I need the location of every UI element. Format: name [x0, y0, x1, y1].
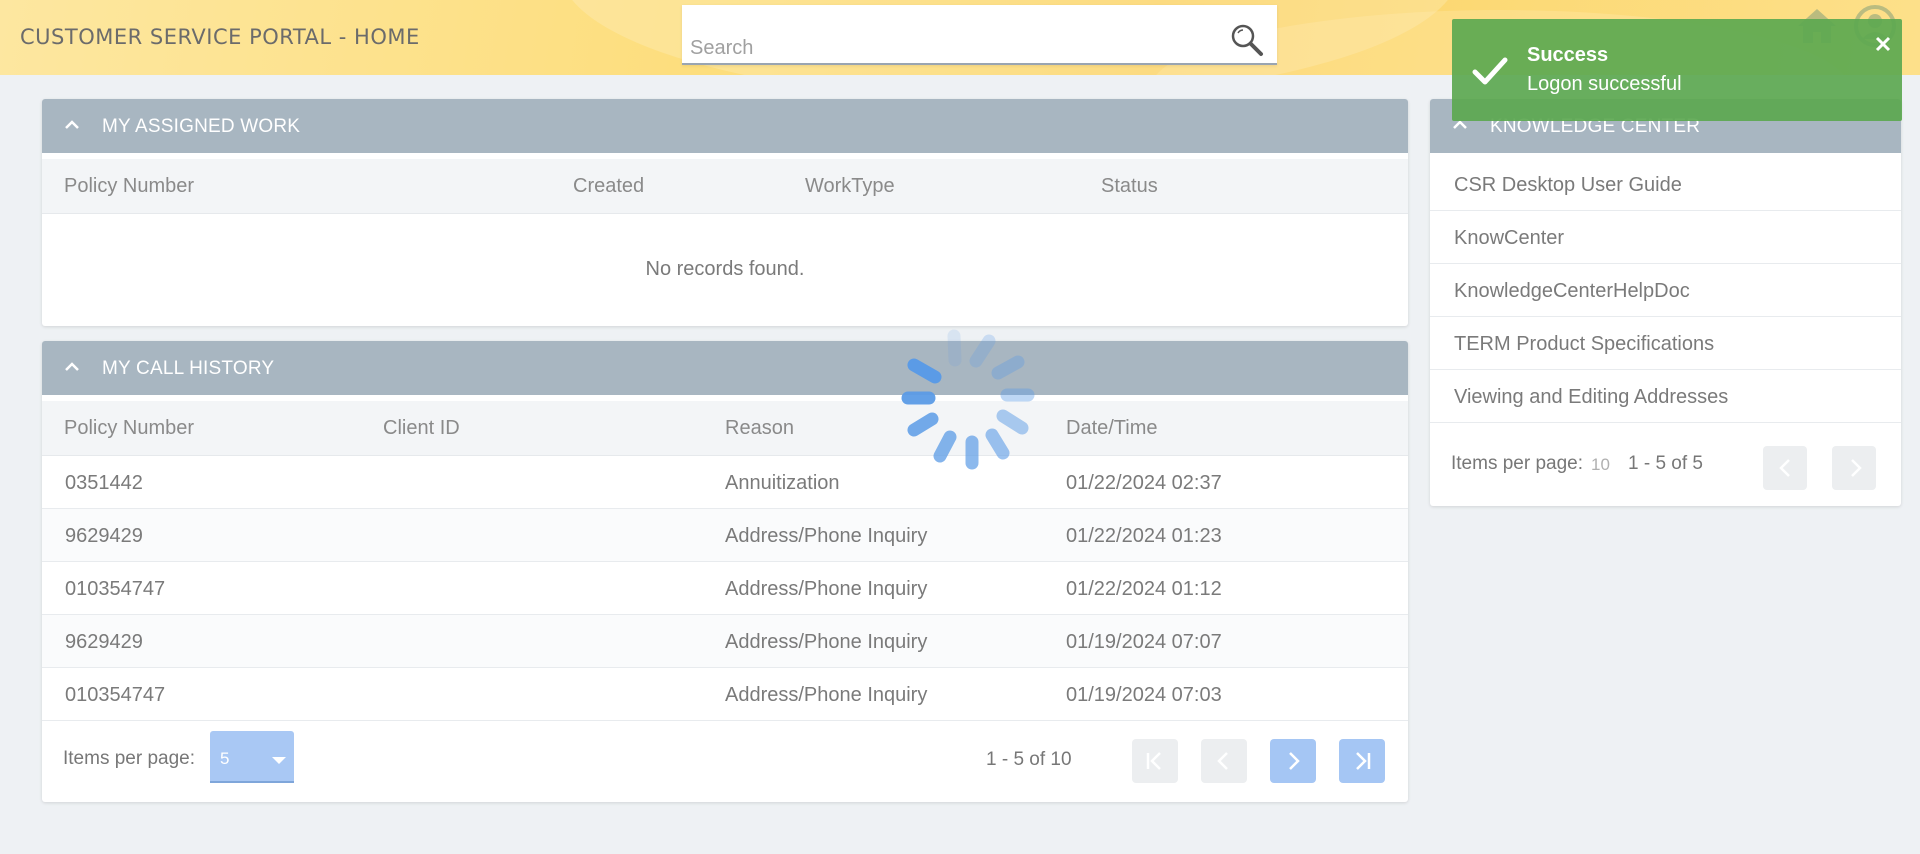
items-per-page-value[interactable]: 10 [1591, 455, 1610, 475]
cell-policy-number: 0351442 [65, 472, 143, 494]
items-per-page-label: Items per page: [63, 748, 196, 769]
cell-reason: Annuitization [725, 472, 840, 494]
column-header-policy-number[interactable]: Policy Number [64, 417, 194, 440]
search-box[interactable] [682, 5, 1277, 65]
cell-policy-number: 9629429 [65, 631, 143, 653]
chevron-left-icon [1217, 752, 1228, 770]
last-page-button[interactable] [1339, 739, 1385, 783]
cell-date-time: 01/22/2024 01:23 [1066, 525, 1222, 547]
list-item[interactable]: KnowCenter [1430, 211, 1901, 264]
close-icon[interactable] [1874, 35, 1892, 53]
next-page-button[interactable] [1270, 739, 1316, 783]
knowledge-link[interactable]: TERM Product Specifications [1454, 333, 1714, 356]
cell-date-time: 01/19/2024 07:03 [1066, 684, 1222, 706]
knowledge-center-list: CSR Desktop User Guide KnowCenter Knowle… [1430, 158, 1901, 423]
previous-page-button[interactable] [1201, 739, 1247, 783]
next-page-button[interactable] [1832, 446, 1876, 490]
chevron-right-icon [1851, 459, 1862, 477]
success-toast[interactable]: Success Logon successful [1452, 19, 1902, 121]
call-history-title: MY CALL HISTORY [102, 358, 275, 379]
first-page-button[interactable] [1132, 739, 1178, 783]
table-row[interactable]: 9629429 Address/Phone Inquiry 01/22/2024… [42, 509, 1408, 562]
list-item[interactable]: CSR Desktop User Guide [1430, 158, 1901, 211]
column-header-status[interactable]: Status [1101, 175, 1158, 198]
knowledge-link[interactable]: KnowCenter [1454, 227, 1564, 250]
loading-spinner-icon [901, 329, 1035, 470]
cell-policy-number: 9629429 [65, 525, 143, 547]
cell-policy-number: 010354747 [65, 578, 166, 600]
cell-policy-number: 010354747 [65, 684, 166, 706]
previous-page-button[interactable] [1763, 446, 1807, 490]
items-per-page-value: 5 [220, 749, 230, 768]
cell-reason: Address/Phone Inquiry [725, 578, 928, 600]
toast-message: Logon successful [1527, 73, 1682, 95]
assigned-work-title: MY ASSIGNED WORK [102, 116, 301, 137]
column-header-worktype[interactable]: WorkType [805, 175, 895, 198]
empty-message: No records found. [645, 257, 805, 280]
table-row[interactable]: 010354747 Address/Phone Inquiry 01/19/20… [42, 668, 1408, 721]
column-header-reason[interactable]: Reason [725, 417, 794, 440]
assigned-work-header[interactable]: MY ASSIGNED WORK [42, 99, 1408, 153]
page-title: CUSTOMER SERVICE PORTAL - HOME [20, 25, 420, 49]
cell-date-time: 01/22/2024 01:12 [1066, 578, 1222, 600]
list-item[interactable]: KnowledgeCenterHelpDoc [1430, 264, 1901, 317]
cell-date-time: 01/22/2024 02:37 [1066, 472, 1222, 494]
column-header-date-time[interactable]: Date/Time [1066, 417, 1158, 440]
pager-range-text: 1 - 5 of 5 [1628, 453, 1703, 474]
chevron-left-icon [1779, 459, 1790, 477]
call-history-table-header: Policy Number Client ID Reason Date/Time [42, 401, 1408, 456]
call-history-header[interactable]: MY CALL HISTORY [42, 341, 1408, 395]
chevron-up-icon[interactable] [62, 115, 82, 135]
search-icon[interactable] [1230, 23, 1264, 57]
list-item[interactable]: TERM Product Specifications [1430, 317, 1901, 370]
first-page-icon [1146, 752, 1161, 770]
search-input[interactable] [690, 33, 1210, 63]
assigned-work-table-header: Policy Number Created WorkType Status [42, 159, 1408, 214]
knowledge-center-panel: KNOWLEDGE CENTER CSR Desktop User Guide … [1430, 99, 1901, 506]
items-per-page-select[interactable]: 5 [210, 731, 294, 783]
assigned-work-panel: MY ASSIGNED WORK Policy Number Created W… [42, 99, 1408, 326]
table-row[interactable]: 9629429 Address/Phone Inquiry 01/19/2024… [42, 615, 1408, 668]
knowledge-link[interactable]: CSR Desktop User Guide [1454, 174, 1682, 197]
items-per-page-label: Items per page: [1451, 453, 1584, 474]
pager-range-text: 1 - 5 of 10 [986, 749, 1072, 770]
table-row[interactable]: 0351442 Annuitization 01/22/2024 02:37 [42, 456, 1408, 509]
cell-reason: Address/Phone Inquiry [725, 631, 928, 653]
knowledge-link[interactable]: Viewing and Editing Addresses [1454, 386, 1728, 409]
knowledge-link[interactable]: KnowledgeCenterHelpDoc [1454, 280, 1690, 303]
checkmark-icon [1472, 57, 1508, 85]
column-header-client-id[interactable]: Client ID [383, 417, 460, 440]
column-header-created[interactable]: Created [573, 175, 644, 198]
last-page-icon [1356, 752, 1371, 770]
list-item[interactable]: Viewing and Editing Addresses [1430, 370, 1901, 423]
call-history-panel: MY CALL HISTORY Policy Number Client ID … [42, 341, 1408, 802]
cell-reason: Address/Phone Inquiry [725, 684, 928, 706]
column-header-policy-number[interactable]: Policy Number [64, 175, 194, 198]
knowledge-center-pager: Items per page: 10 1 - 5 of 5 [1430, 423, 1901, 503]
chevron-right-icon [1289, 752, 1300, 770]
chevron-down-icon [272, 757, 286, 764]
cell-date-time: 01/19/2024 07:07 [1066, 631, 1222, 653]
toast-title: Success [1527, 44, 1609, 66]
call-history-pager: Items per page: 5 1 - 5 of 10 [42, 721, 1408, 805]
cell-reason: Address/Phone Inquiry [725, 525, 928, 547]
chevron-up-icon[interactable] [62, 357, 82, 377]
table-row[interactable]: 010354747 Address/Phone Inquiry 01/22/20… [42, 562, 1408, 615]
